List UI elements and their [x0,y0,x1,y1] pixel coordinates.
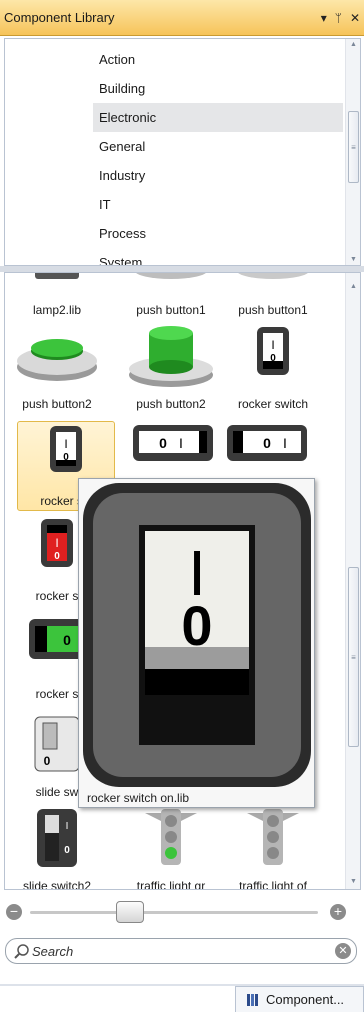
scroll-up-icon[interactable]: ▲ [346,41,360,48]
push-button-icon [238,273,308,279]
component-label: push button2 [136,397,206,411]
traffic-light-icon [247,809,299,865]
search-icon [14,944,29,959]
svg-text:0: 0 [54,551,60,562]
component-label: push button1 [238,303,308,317]
component-tile-slide-switch2[interactable]: I 0 slide switch2 [9,807,105,890]
category-item-electronic[interactable]: Electronic [93,103,343,132]
component-label: rocker switch [237,397,308,411]
component-tile-traffic-light-off[interactable]: traffic light of [225,807,321,890]
rocker-switch-preview-icon: I 0 [83,483,311,787]
component-label: traffic light gr [136,879,206,890]
svg-text:0: 0 [44,754,51,768]
svg-text:I: I [179,435,183,451]
category-item-building[interactable]: Building [5,74,343,103]
svg-text:0: 0 [63,452,69,463]
lamp-icon [35,273,79,279]
green-push-button-icon [129,326,213,387]
svg-text:I: I [55,536,58,550]
close-icon[interactable]: ✕ [350,12,360,24]
search-box[interactable]: ✕ [5,938,357,964]
green-push-button-icon [17,339,97,381]
svg-text:0: 0 [181,594,212,657]
pin-icon[interactable]: ᛘ [335,12,342,24]
zoom-slider-track[interactable] [30,911,318,914]
category-item-it[interactable]: IT [5,190,343,219]
category-list: Action Building Electronic General Indus… [5,45,343,265]
component-label: push button2 [22,397,92,411]
category-item-general[interactable]: General [5,132,343,161]
svg-text:0: 0 [159,435,167,451]
slide-switch-icon: I 0 [37,809,77,867]
panel-titlebar: Component Library ▾ ᛘ ✕ [0,0,364,36]
traffic-light-icon [145,809,197,865]
component-label: traffic light of [239,879,307,890]
taskbar-tab-component[interactable]: Component... [235,986,364,1012]
zoom-in-icon[interactable]: + [330,904,346,920]
component-tile-push-button2-a[interactable]: push button2 [9,319,105,419]
svg-text:0: 0 [63,632,71,648]
component-label: push button1 [136,303,206,317]
component-library-icon [247,993,258,1006]
push-button-icon [136,273,206,279]
titlebar-controls: ▾ ᛘ ✕ [321,12,364,24]
zoom-out-icon[interactable]: − [6,904,22,920]
component-preview-popup: I 0 rocker switch on.lib [78,478,315,808]
category-scrollbar[interactable]: ▲ ≡ ▼ [345,39,360,265]
zoom-slider-thumb[interactable] [115,901,144,923]
svg-text:I: I [283,435,287,451]
clear-search-icon[interactable]: ✕ [335,943,351,959]
svg-text:0: 0 [270,353,276,364]
component-grid-scrollbar[interactable]: ▲ ≡ ▼ [345,273,360,889]
preview-caption: rocker switch on.lib [87,791,190,805]
category-item-process[interactable]: Process [5,219,343,248]
svg-text:0: 0 [263,435,271,451]
rocker-switch-icon: I 0 [257,327,289,375]
svg-text:I: I [64,437,67,451]
search-input[interactable] [32,942,312,960]
zoom-slider-row: − + [0,896,364,928]
svg-text:I: I [66,821,69,832]
scroll-down-icon[interactable]: ▼ [346,878,360,885]
category-scroll-thumb[interactable]: ≡ [348,111,359,183]
component-grid-scroll-thumb[interactable]: ≡ [348,567,359,747]
svg-text:I: I [271,338,274,352]
svg-text:0: 0 [64,845,70,856]
scroll-down-icon[interactable]: ▼ [346,256,360,263]
component-label: lamp2.lib [32,303,82,317]
panel-title: Component Library [4,10,115,25]
category-list-panel: Action Building Electronic General Indus… [4,38,361,266]
component-label: slide switch2 [22,879,92,890]
category-item-system[interactable]: System [5,248,343,265]
component-tile-traffic-light-green[interactable]: traffic light gr [123,807,219,890]
category-item-industry[interactable]: Industry [5,161,343,190]
component-tile-rocker-switch-a[interactable]: I 0 rocker switch [225,319,321,419]
scroll-up-icon[interactable]: ▲ [346,283,360,290]
component-tile-push-button2-b[interactable]: push button2 [123,319,219,419]
dropdown-icon[interactable]: ▾ [321,12,327,24]
category-item-action[interactable]: Action [5,45,343,74]
taskbar-tab-label: Component... [266,992,345,1007]
